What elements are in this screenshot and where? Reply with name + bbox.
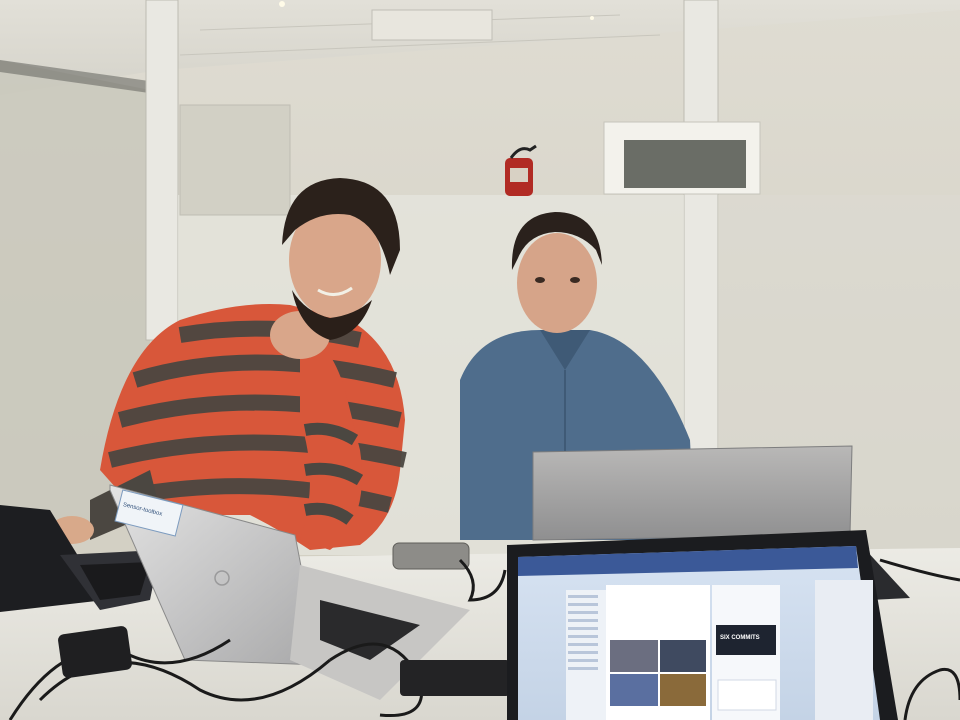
external-hard-drive <box>392 542 470 570</box>
laptop-foreground <box>507 530 898 720</box>
ceiling-vent <box>371 9 493 41</box>
feed-photo-3 <box>610 674 658 706</box>
glass-frame-left <box>145 0 179 341</box>
photo-scene <box>0 0 960 720</box>
power-adapter-right <box>400 660 510 696</box>
person-right-face <box>517 233 597 333</box>
glass-frame-right <box>683 0 719 451</box>
feed-photo-4 <box>660 674 706 706</box>
promo-text: SIX COMMITS <box>720 635 760 641</box>
feed-photo-1 <box>610 640 658 672</box>
feed-photo-2 <box>660 640 706 672</box>
office-meeting-photo: Sensor-toolbox SIX COMMITS <box>0 0 960 720</box>
ceiling-light <box>279 1 285 7</box>
back-door <box>179 104 291 216</box>
